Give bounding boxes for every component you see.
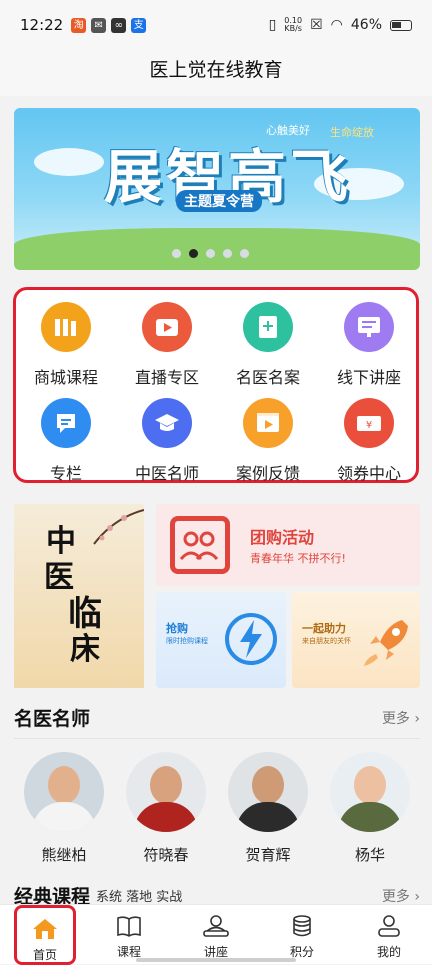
teacher-card[interactable]: 熊继柏 xyxy=(22,752,106,865)
flash-sale-subtitle: 限时抢购课程 xyxy=(166,637,208,645)
avatar xyxy=(24,752,104,832)
grid-item-column[interactable]: 专栏 xyxy=(16,398,116,484)
notification-alipay-icon: 支 xyxy=(131,17,147,33)
notification-mail-icon: ✉ xyxy=(91,17,107,33)
chevron-right-icon: › xyxy=(414,710,420,727)
tab-lectures[interactable]: 讲座 xyxy=(173,905,259,965)
grid-item-tcm-masters[interactable]: 中医名师 xyxy=(117,398,217,484)
banner-subtitle: 主题夏令营 xyxy=(176,190,262,212)
grid-item-mall-courses[interactable]: 商城课程 xyxy=(16,302,116,388)
home-indicator[interactable] xyxy=(136,958,296,962)
page-title: 医上觉在线教育 xyxy=(149,59,283,81)
cloud-shape xyxy=(34,148,104,176)
famous-more-link[interactable]: 更多 › xyxy=(382,708,420,728)
divider xyxy=(14,738,420,739)
carousel-dots xyxy=(172,249,249,258)
rocket-icon xyxy=(364,620,408,666)
plum-branch-icon xyxy=(93,509,144,545)
teacher-card[interactable]: 符晓春 xyxy=(124,752,208,865)
teacher-name: 贺育辉 xyxy=(245,846,291,864)
document-plus-icon xyxy=(243,302,293,352)
bottom-tab-bar: 首页 课程 讲座 积分 我的 xyxy=(0,904,432,965)
coins-icon xyxy=(259,913,345,939)
teacher-name: 符晓春 xyxy=(143,846,189,864)
teacher-name: 杨华 xyxy=(354,846,385,864)
column-chat-icon xyxy=(41,398,91,448)
lightning-icon xyxy=(225,613,277,665)
teacher-card[interactable]: 杨华 xyxy=(328,752,412,865)
flash-sale-title: 抢购 xyxy=(166,622,188,635)
tab-courses[interactable]: 课程 xyxy=(86,905,172,965)
sim-icon: ☒ xyxy=(310,17,323,33)
assist-subtitle: 来自朋友的关怀 xyxy=(302,637,351,645)
group-buy-title: 团购活动 xyxy=(250,528,315,547)
vibrate-icon: ▯ xyxy=(268,17,277,33)
assist-title: 一起助力 xyxy=(302,622,346,635)
user-icon xyxy=(346,913,432,939)
flash-sale-card[interactable]: 抢购 限时抢购课程 xyxy=(156,592,286,688)
notification-app-icon: 淘 xyxy=(71,17,87,33)
group-buy-subtitle: 青春年华 不拼不行! xyxy=(250,552,346,565)
carousel-dot[interactable] xyxy=(240,249,249,258)
avatar xyxy=(126,752,206,832)
group-buy-icon xyxy=(170,516,230,574)
notification-link-icon: ∞ xyxy=(111,17,127,33)
teacher-name: 熊继柏 xyxy=(41,846,87,864)
teacher-card[interactable]: 贺育辉 xyxy=(226,752,310,865)
carousel-dot[interactable] xyxy=(206,249,215,258)
live-play-icon xyxy=(142,302,192,352)
famous-section-header: 名医名师 更多 › xyxy=(14,704,420,731)
app-header: 医上觉在线教育 xyxy=(0,50,432,96)
section-title: 名医名师 xyxy=(14,708,91,730)
tab-points[interactable]: 积分 xyxy=(259,905,345,965)
coupon-icon: ¥ xyxy=(344,398,394,448)
avatar xyxy=(330,752,410,832)
grid-item-coupon-center[interactable]: ¥ 领券中心 xyxy=(319,398,419,484)
tab-mine[interactable]: 我的 xyxy=(346,905,432,965)
grid-item-famous-cases[interactable]: 名医名案 xyxy=(218,302,318,388)
tab-home[interactable]: 首页 xyxy=(14,905,76,965)
video-clip-icon xyxy=(243,398,293,448)
grid-item-case-feedback[interactable]: 案例反馈 xyxy=(218,398,318,484)
section-tags: 系统 落地 实战 xyxy=(96,890,183,905)
classic-more-link[interactable]: 更多 › xyxy=(382,886,420,906)
grid-item-live-zone[interactable]: 直播专区 xyxy=(117,302,217,388)
status-bar: 12:22 淘 ✉ ∞ 支 ▯ 0.10 KB/s ☒ ◠ 46% xyxy=(0,0,432,50)
carousel-dot-active[interactable] xyxy=(189,249,198,258)
carousel-dot[interactable] xyxy=(223,249,232,258)
lecture-list-icon xyxy=(344,302,394,352)
assist-card[interactable]: 一起助力 来自朋友的关怀 xyxy=(292,592,420,688)
book-icon xyxy=(86,913,172,939)
home-icon xyxy=(17,916,73,942)
books-icon xyxy=(41,302,91,352)
avatar xyxy=(228,752,308,832)
tcm-clinic-poster[interactable]: 中 医 临 床 xyxy=(14,504,144,688)
lecturer-icon xyxy=(173,913,259,939)
promo-banner[interactable]: 心触美好 生命绽放 展智高飞 主题夏令营 xyxy=(14,108,420,270)
clock: 12:22 xyxy=(20,16,64,34)
carousel-dot[interactable] xyxy=(172,249,181,258)
net-speed: 0.10 KB/s xyxy=(284,16,303,33)
feature-grid: 商城课程 直播专区 名医名案 线下讲座 专栏 中医名师 案例反馈 ¥ 领券中心 xyxy=(13,287,419,483)
group-buy-card[interactable]: 团购活动 青春年华 不拼不行! xyxy=(156,504,420,586)
svg-text:¥: ¥ xyxy=(366,420,372,431)
wifi-icon: ◠ xyxy=(330,17,343,33)
graduation-cap-icon xyxy=(142,398,192,448)
chevron-right-icon: › xyxy=(414,888,420,905)
grid-item-offline-lectures[interactable]: 线下讲座 xyxy=(319,302,419,388)
promo-area: 中 医 临 床 团购活动 青春年华 不拼不行! 抢购 限时抢购课程 一起助力 来… xyxy=(14,504,420,688)
battery-level: 46% xyxy=(350,17,382,33)
battery-icon xyxy=(390,19,412,31)
